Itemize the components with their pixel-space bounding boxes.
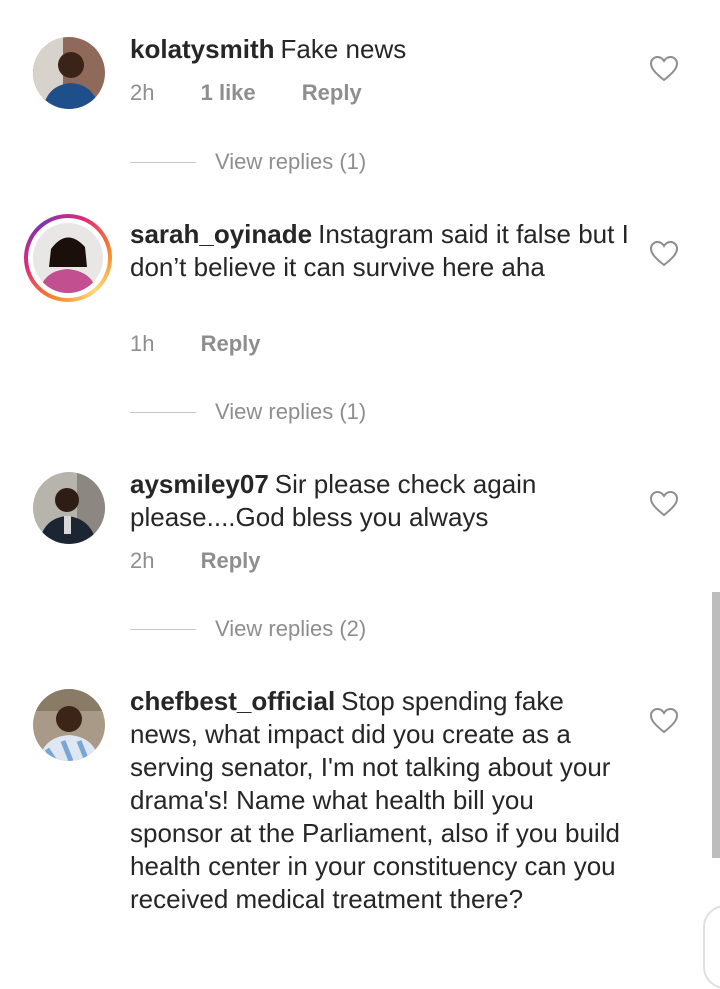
floating-button-edge[interactable] — [703, 905, 720, 989]
comment-item: chefbest_official Stop spending fake news… — [0, 0, 720, 957]
heart-outline-icon[interactable] — [650, 708, 678, 734]
avatar[interactable] — [33, 689, 105, 761]
comment-text: chefbest_official Stop spending fake news… — [130, 685, 630, 916]
comment-body: Stop spending fake news, what impact did… — [130, 686, 620, 914]
comment-username[interactable]: chefbest_official — [130, 686, 335, 716]
scrollbar[interactable] — [712, 592, 720, 858]
